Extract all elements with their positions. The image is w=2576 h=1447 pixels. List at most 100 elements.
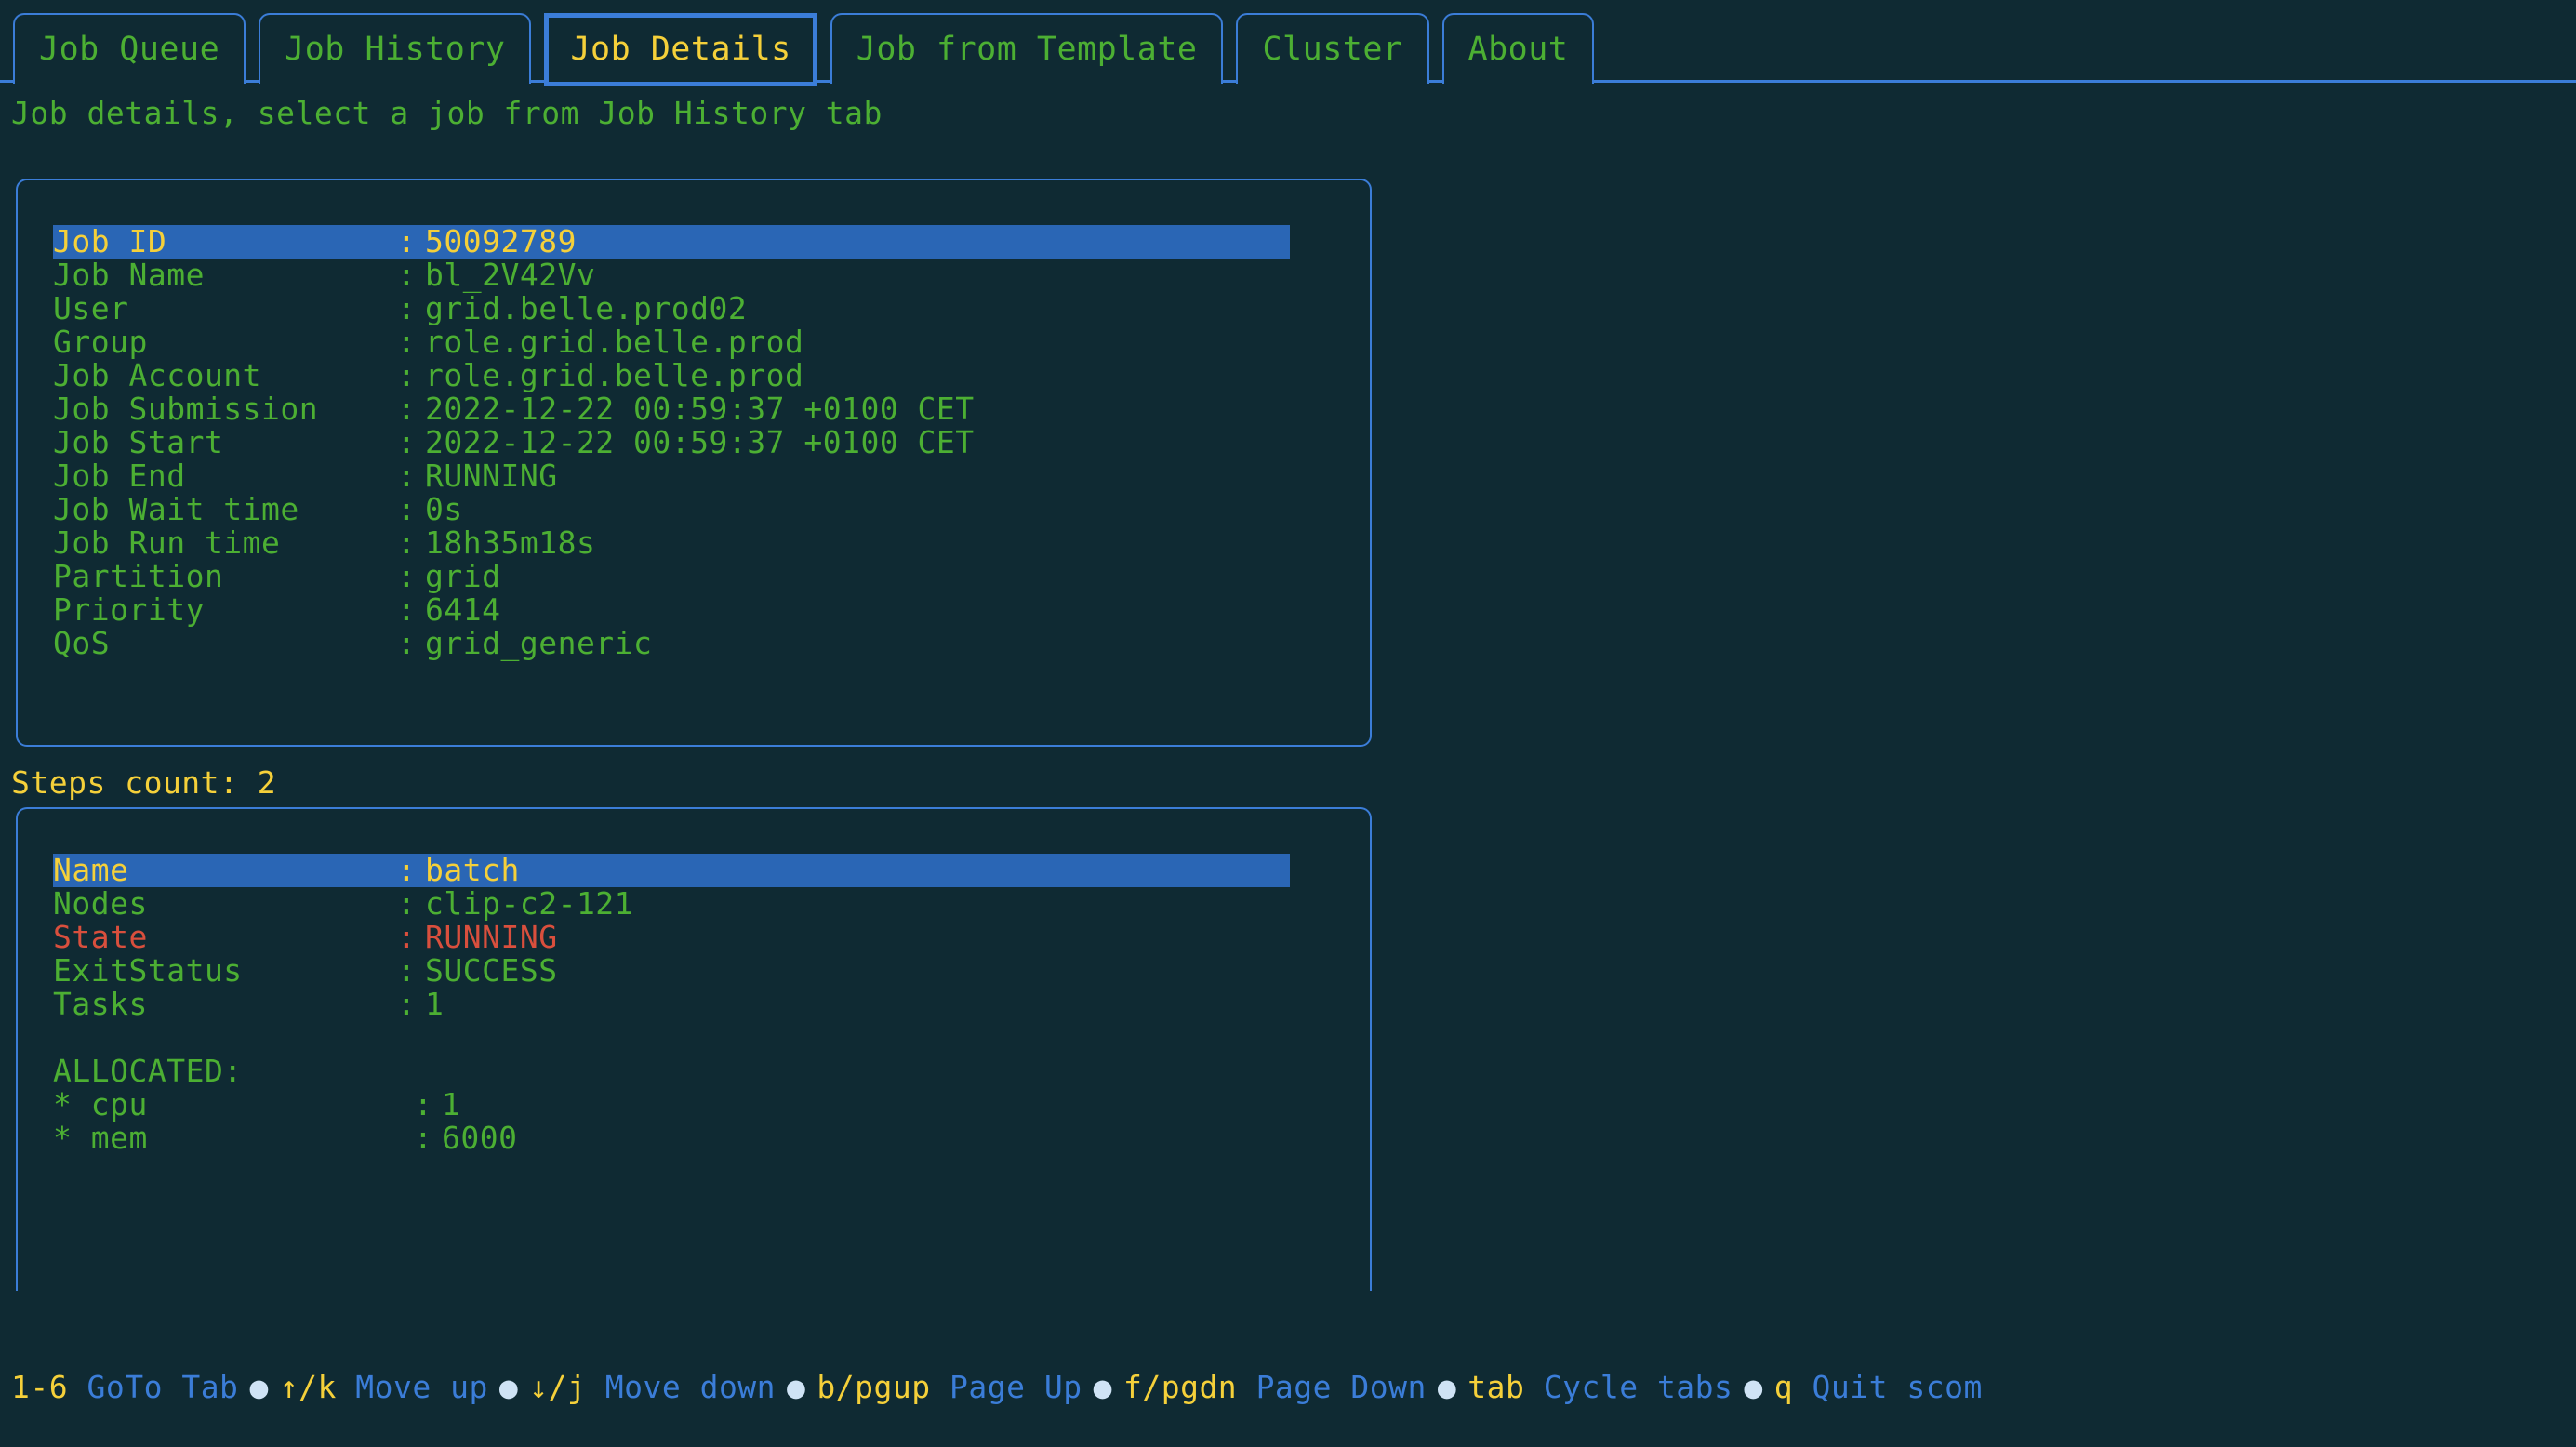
tab-bar: Job Queue Job History Job Details Job from … bbox=[0, 0, 2576, 84]
row-value: grid_generic bbox=[425, 627, 652, 660]
row-colon: : bbox=[397, 292, 425, 325]
row-label: Tasks bbox=[53, 988, 397, 1021]
step-detail-row[interactable]: ExitStatus:SUCCESS bbox=[53, 954, 1370, 988]
job-detail-row[interactable]: Job Account:role.grid.belle.prod bbox=[53, 359, 1370, 392]
row-colon: : bbox=[397, 526, 425, 560]
job-detail-row[interactable]: Job Submission:2022-12-22 00:59:37 +0100… bbox=[53, 392, 1370, 426]
row-label: State bbox=[53, 921, 397, 954]
row-colon: : bbox=[414, 1122, 442, 1155]
job-details-panel: Job ID:50092789Job Name:bl_2V42VvUser:gr… bbox=[16, 179, 1372, 747]
row-value: 0s bbox=[425, 493, 463, 526]
job-detail-row[interactable]: Job Run time:18h35m18s bbox=[53, 526, 1370, 560]
row-value: 6000 bbox=[442, 1122, 517, 1155]
row-label: Group bbox=[53, 325, 397, 359]
row-colon: : bbox=[414, 1088, 442, 1122]
row-label: QoS bbox=[53, 627, 397, 660]
tab-job-queue[interactable]: Job Queue bbox=[13, 13, 246, 84]
footer-key: q bbox=[1774, 1369, 1793, 1405]
job-detail-row[interactable]: Job ID:50092789 bbox=[53, 225, 1290, 259]
job-detail-row[interactable]: Partition:grid bbox=[53, 560, 1370, 593]
row-value: 6414 bbox=[425, 593, 500, 627]
row-label: Job Run time bbox=[53, 526, 397, 560]
row-colon: : bbox=[397, 593, 425, 627]
row-label: Job Submission bbox=[53, 392, 397, 426]
tab-job-details[interactable]: Job Details bbox=[544, 13, 817, 86]
row-label: Job Wait time bbox=[53, 493, 397, 526]
footer-space bbox=[586, 1369, 604, 1405]
row-label: Job Account bbox=[53, 359, 397, 392]
footer-key: f/pgdn bbox=[1123, 1369, 1237, 1405]
step-details-panel: Name:batchNodes:clip-c2-121State:RUNNING… bbox=[16, 807, 1372, 1291]
spacer-row bbox=[53, 1021, 1370, 1055]
row-value: RUNNING bbox=[425, 459, 558, 493]
row-value: bl_2V42Vv bbox=[425, 259, 595, 292]
footer-description: Page Down bbox=[1256, 1369, 1427, 1405]
job-detail-row[interactable]: Job End:RUNNING bbox=[53, 459, 1370, 493]
page-subtitle: Job details, select a job from Job Histo… bbox=[11, 95, 883, 131]
row-colon: : bbox=[397, 392, 425, 426]
footer-key: 1-6 bbox=[11, 1369, 68, 1405]
row-label: ExitStatus bbox=[53, 954, 397, 988]
footer-space bbox=[68, 1369, 86, 1405]
tab-about[interactable]: About bbox=[1442, 13, 1595, 84]
job-detail-row[interactable]: Group:role.grid.belle.prod bbox=[53, 325, 1370, 359]
row-colon: : bbox=[397, 426, 425, 459]
footer-description: Page Up bbox=[949, 1369, 1082, 1405]
job-detail-row[interactable]: Job Start:2022-12-22 00:59:37 +0100 CET bbox=[53, 426, 1370, 459]
job-detail-row[interactable]: User:grid.belle.prod02 bbox=[53, 292, 1370, 325]
row-value: role.grid.belle.prod bbox=[425, 325, 803, 359]
step-detail-row[interactable]: State:RUNNING bbox=[53, 921, 1370, 954]
footer-separator: ● bbox=[1427, 1369, 1467, 1405]
row-colon: : bbox=[397, 954, 425, 988]
allocated-row[interactable]: * cpu:1 bbox=[53, 1088, 1370, 1122]
row-label: Job Start bbox=[53, 426, 397, 459]
row-value: 2022-12-22 00:59:37 +0100 CET bbox=[425, 426, 975, 459]
job-details-rows: Job ID:50092789Job Name:bl_2V42VvUser:gr… bbox=[53, 225, 1370, 660]
allocated-row[interactable]: * mem:6000 bbox=[53, 1122, 1370, 1155]
step-detail-row[interactable]: Nodes:clip-c2-121 bbox=[53, 887, 1370, 921]
job-detail-row[interactable]: QoS:grid_generic bbox=[53, 627, 1370, 660]
step-details-rows: Name:batchNodes:clip-c2-121State:RUNNING… bbox=[53, 854, 1370, 1155]
step-detail-row[interactable]: Name:batch bbox=[53, 854, 1290, 887]
tab-cluster[interactable]: Cluster bbox=[1236, 13, 1428, 84]
tab-label: Job Details bbox=[570, 33, 790, 66]
footer-description: Move down bbox=[605, 1369, 776, 1405]
footer-help-bar: 1-6 GoTo Tab●↑/k Move up●↓/j Move down●b… bbox=[11, 1369, 1983, 1406]
row-value: grid.belle.prod02 bbox=[425, 292, 747, 325]
row-value: clip-c2-121 bbox=[425, 887, 633, 921]
job-detail-row[interactable]: Job Name:bl_2V42Vv bbox=[53, 259, 1370, 292]
tab-label: Cluster bbox=[1262, 33, 1402, 66]
tab-label: Job History bbox=[285, 33, 505, 66]
row-label: Name bbox=[53, 854, 397, 887]
row-colon: : bbox=[397, 921, 425, 954]
tab-list: Job Queue Job History Job Details Job from … bbox=[13, 13, 1594, 86]
row-label: * mem bbox=[53, 1122, 414, 1155]
job-detail-row[interactable]: Priority:6414 bbox=[53, 593, 1370, 627]
job-detail-row[interactable]: Job Wait time:0s bbox=[53, 493, 1370, 526]
footer-key: ↓/j bbox=[529, 1369, 586, 1405]
row-label: * cpu bbox=[53, 1088, 414, 1122]
row-value: role.grid.belle.prod bbox=[425, 359, 803, 392]
footer-space bbox=[337, 1369, 355, 1405]
row-label: Priority bbox=[53, 593, 397, 627]
tab-label: Job from Template bbox=[856, 33, 1198, 66]
footer-space bbox=[931, 1369, 949, 1405]
row-value: 18h35m18s bbox=[425, 526, 595, 560]
row-value: 2022-12-22 00:59:37 +0100 CET bbox=[425, 392, 975, 426]
footer-separator: ● bbox=[488, 1369, 529, 1405]
tab-job-history[interactable]: Job History bbox=[259, 13, 531, 84]
footer-space bbox=[1237, 1369, 1255, 1405]
footer-key: b/pgup bbox=[817, 1369, 930, 1405]
footer-description: Quit scom bbox=[1812, 1369, 1983, 1405]
step-detail-row[interactable]: Tasks:1 bbox=[53, 988, 1370, 1021]
footer-space bbox=[1524, 1369, 1543, 1405]
row-label: Partition bbox=[53, 560, 397, 593]
row-label: Job End bbox=[53, 459, 397, 493]
footer-description: Cycle tabs bbox=[1544, 1369, 1733, 1405]
footer-space bbox=[1793, 1369, 1812, 1405]
row-colon: : bbox=[397, 459, 425, 493]
row-label: User bbox=[53, 292, 397, 325]
tab-job-from-template[interactable]: Job from Template bbox=[830, 13, 1224, 84]
row-colon: : bbox=[397, 854, 425, 887]
footer-separator: ● bbox=[776, 1369, 817, 1405]
